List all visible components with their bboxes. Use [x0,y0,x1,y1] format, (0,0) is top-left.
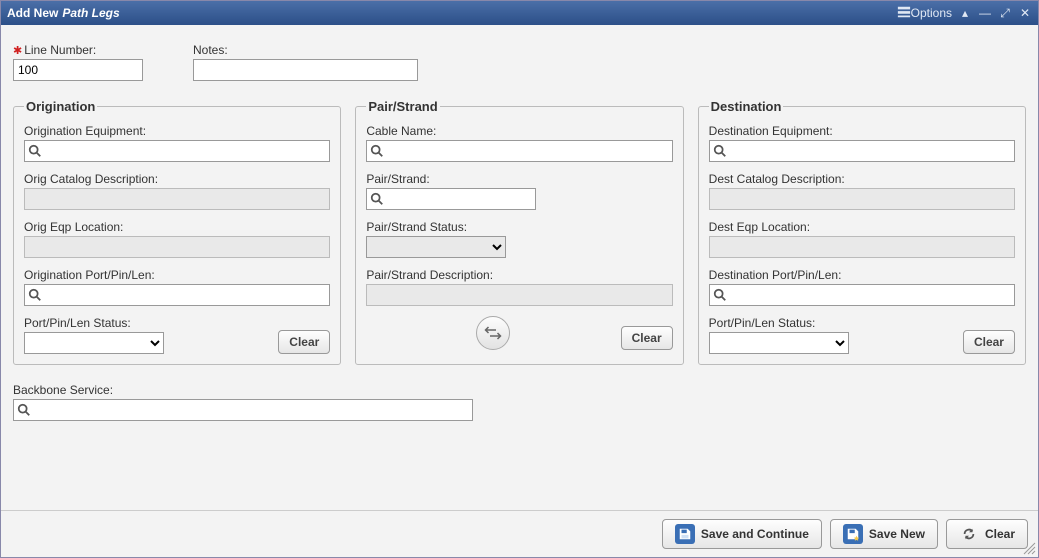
orig-clear-button[interactable]: Clear [278,330,330,354]
options-label: Options [911,6,952,20]
close-icon: ✕ [1018,6,1032,20]
swap-icon [484,324,502,342]
backbone-label: Backbone Service: [13,383,1026,397]
backbone-input[interactable] [13,399,473,421]
dest-status-select[interactable] [709,332,849,354]
pairstrand-clear-button[interactable]: Clear [621,326,673,350]
origination-panel: Origination Origination Equipment: Orig … [13,99,341,365]
notes-input[interactable] [193,59,418,81]
destination-panel: Destination Destination Equipment: Dest … [698,99,1026,365]
destination-legend: Destination [709,99,784,114]
pairstrand-status-select[interactable] [366,236,506,258]
cable-name-input[interactable] [366,140,672,162]
dest-clear-button[interactable]: Clear [963,330,1015,354]
title-prefix: Add New [7,6,58,20]
maximize-icon: ⤢ [998,6,1012,20]
options-button[interactable]: Options [897,5,952,22]
orig-status-label: Port/Pin/Len Status: [24,316,164,330]
options-icon [897,5,911,22]
dest-catalog-label: Dest Catalog Description: [709,172,1015,186]
orig-equipment-label: Origination Equipment: [24,124,330,138]
collapse-button[interactable]: ▴ [958,6,972,20]
pairstrand-panel: Pair/Strand Cable Name: Pair/Strand: [355,99,683,365]
dest-port-label: Destination Port/Pin/Len: [709,268,1015,282]
minimize-icon: — [978,6,992,20]
search-icon[interactable] [370,144,384,158]
footer-clear-button[interactable]: Clear [946,519,1028,549]
pairstrand-status-label: Pair/Strand Status: [366,220,672,234]
backbone-block: Backbone Service: [13,383,1026,421]
dest-port-input[interactable] [709,284,1015,306]
refresh-icon [959,524,979,544]
required-star-icon: ✱ [13,45,22,57]
dest-location-label: Dest Eqp Location: [709,220,1015,234]
orig-equipment-input[interactable] [24,140,330,162]
dialog-footer: Save and Continue Save New Clear [1,510,1038,557]
dest-location-value [709,236,1015,258]
origination-legend: Origination [24,99,97,114]
pairstrand-desc-label: Pair/Strand Description: [366,268,672,282]
orig-catalog-label: Orig Catalog Description: [24,172,330,186]
save-new-icon [843,524,863,544]
save-and-continue-button[interactable]: Save and Continue [662,519,822,549]
orig-location-value [24,236,330,258]
minimize-button[interactable]: — [978,6,992,20]
top-row: ✱Line Number: Notes: [13,43,1026,81]
orig-location-label: Orig Eqp Location: [24,220,330,234]
search-icon[interactable] [28,144,42,158]
line-number-input[interactable] [13,59,143,81]
pairstrand-label: Pair/Strand: [366,172,672,186]
save-new-button[interactable]: Save New [830,519,938,549]
dialog-body: ✱Line Number: Notes: Origination Origina… [1,25,1038,510]
dest-catalog-value [709,188,1015,210]
notes-label: Notes: [193,43,418,57]
swap-button[interactable] [476,316,510,350]
pairstrand-legend: Pair/Strand [366,99,439,114]
pairstrand-desc-value [366,284,672,306]
orig-status-select[interactable] [24,332,164,354]
search-icon[interactable] [370,192,384,206]
dest-status-label: Port/Pin/Len Status: [709,316,849,330]
maximize-button[interactable]: ⤢ [998,6,1012,20]
line-number-label: ✱Line Number: [13,43,143,57]
dialog-window: Add New Path Legs Options ▴ — ⤢ ✕ ✱Line … [0,0,1039,558]
line-number-block: ✱Line Number: [13,43,143,81]
search-icon[interactable] [28,288,42,302]
orig-port-input[interactable] [24,284,330,306]
titlebar: Add New Path Legs Options ▴ — ⤢ ✕ [1,1,1038,25]
chevron-up-icon: ▴ [958,6,972,20]
title-name: Path Legs [62,6,119,20]
pairstrand-input[interactable] [366,188,536,210]
search-icon[interactable] [713,288,727,302]
orig-port-label: Origination Port/Pin/Len: [24,268,330,282]
search-icon[interactable] [17,403,31,417]
search-icon[interactable] [713,144,727,158]
dest-equipment-input[interactable] [709,140,1015,162]
dest-equipment-label: Destination Equipment: [709,124,1015,138]
panels-row: Origination Origination Equipment: Orig … [13,99,1026,365]
save-icon [675,524,695,544]
close-button[interactable]: ✕ [1018,6,1032,20]
notes-block: Notes: [193,43,418,81]
orig-catalog-value [24,188,330,210]
cable-name-label: Cable Name: [366,124,672,138]
